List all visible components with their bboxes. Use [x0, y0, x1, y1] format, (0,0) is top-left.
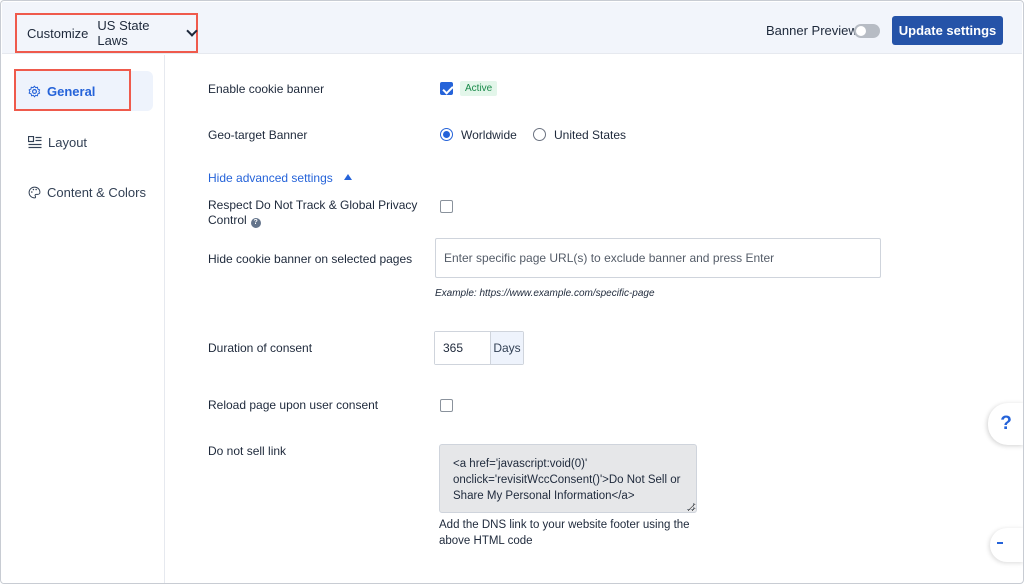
dnt-label-text: Respect Do Not Track & Global Privacy Co…	[208, 198, 418, 227]
geo-target-label: Geo-target Banner	[208, 128, 308, 142]
update-settings-button[interactable]: Update settings	[892, 16, 1003, 45]
banner-preview-toggle[interactable]	[854, 24, 880, 38]
law-selector-dropdown[interactable]: Customize US State Laws	[15, 13, 198, 53]
layout-icon	[28, 136, 42, 149]
hide-pages-label: Hide cookie banner on selected pages	[208, 252, 413, 266]
chat-widget-button[interactable]	[990, 528, 1023, 562]
help-icon[interactable]: ?	[250, 218, 261, 228]
dns-code-text: <a href='javascript:void(0)' onclick='re…	[453, 458, 681, 502]
top-bar: Customize US State Laws Banner Preview U…	[2, 2, 1022, 54]
duration-field: Days	[434, 331, 524, 365]
reload-checkbox[interactable]	[440, 399, 453, 412]
app-frame: Customize US State Laws Banner Preview U…	[0, 0, 1024, 584]
help-button[interactable]: ?	[988, 403, 1023, 445]
geo-worldwide-radio[interactable]	[440, 128, 453, 141]
sidebar-item-general[interactable]: General	[28, 84, 95, 99]
dnt-checkbox[interactable]	[440, 200, 453, 213]
dns-help-text: Add the DNS link to your website footer …	[439, 519, 690, 547]
caret-up-icon	[344, 174, 352, 180]
sidebar: General Layout Content & Colors	[2, 55, 165, 583]
status-badge: Active	[460, 81, 498, 96]
resize-handle-icon[interactable]	[687, 503, 694, 510]
reload-label: Reload page upon user consent	[208, 398, 379, 412]
banner-preview-label: Banner Preview	[766, 23, 858, 38]
geo-united-states-radio[interactable]	[533, 128, 546, 141]
dns-code-textarea[interactable]: <a href='javascript:void(0)' onclick='re…	[439, 444, 697, 513]
customize-label: Customize	[27, 25, 89, 41]
url-example-text: Example: https://www.example.com/specifi…	[435, 288, 655, 299]
chevron-down-icon	[186, 25, 198, 37]
sidebar-item-layout[interactable]: Layout	[28, 135, 87, 150]
sidebar-item-label: Layout	[48, 135, 88, 150]
dnt-label: Respect Do Not Track & Global Privacy Co…	[208, 198, 428, 228]
hide-advanced-settings-link[interactable]: Hide advanced settings	[208, 171, 333, 185]
palette-icon	[28, 186, 41, 199]
geo-united-states-label: United States	[554, 128, 627, 142]
sidebar-item-label: General	[47, 84, 96, 99]
enable-banner-label: Enable cookie banner	[208, 82, 325, 96]
enable-banner-checkbox[interactable]	[440, 82, 453, 95]
widget-icon	[997, 542, 1003, 544]
toggle-knob	[856, 26, 866, 36]
duration-input[interactable]	[435, 332, 490, 364]
question-icon: ?	[1000, 413, 1012, 434]
settings-panel: Enable cookie banner Active Geo-target B…	[166, 55, 1023, 583]
geo-worldwide-label: Worldwide	[461, 128, 517, 142]
dns-label: Do not sell link	[208, 444, 287, 458]
law-selector-value: US State Laws	[97, 18, 150, 48]
exclude-pages-input[interactable]	[435, 238, 881, 278]
sidebar-item-label: Content & Colors	[47, 185, 146, 200]
active-item-highlight	[131, 71, 153, 111]
gear-icon	[28, 85, 41, 98]
sidebar-item-content-colors[interactable]: Content & Colors	[28, 185, 146, 200]
duration-label: Duration of consent	[208, 341, 313, 355]
duration-unit: Days	[490, 332, 523, 364]
